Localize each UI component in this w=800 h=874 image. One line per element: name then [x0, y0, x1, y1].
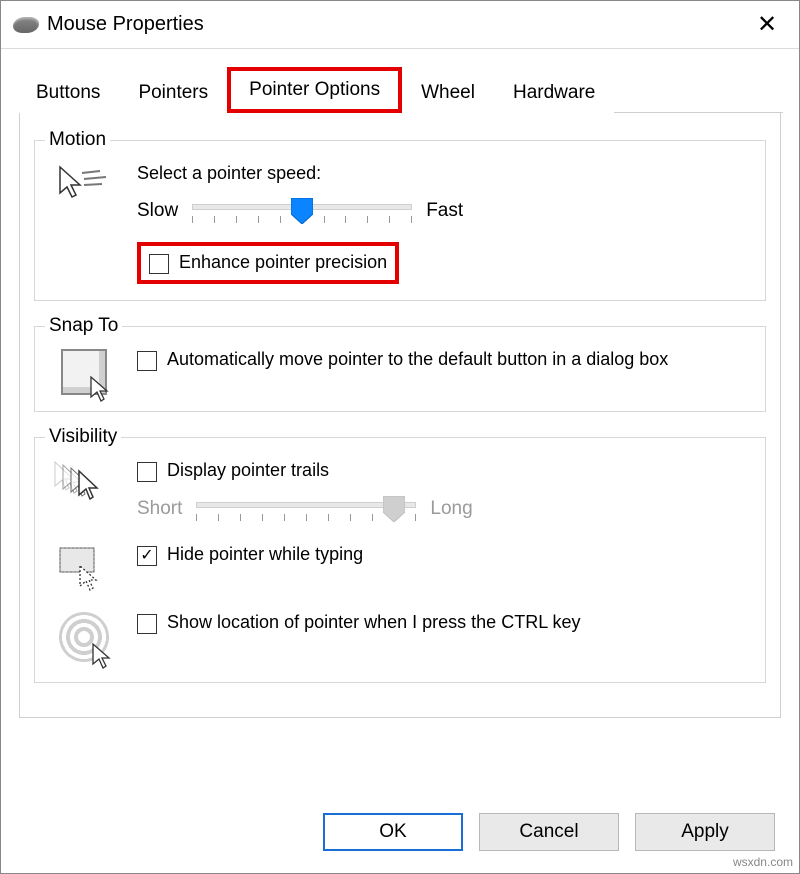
pointer-speed-label: Select a pointer speed: — [137, 163, 751, 184]
group-visibility-legend: Visibility — [45, 426, 121, 448]
pointer-trails-checkbox[interactable] — [137, 462, 157, 482]
ctrl-locate-checkbox[interactable] — [137, 614, 157, 634]
group-motion: Motion Select a pointer speed: Slow — [34, 129, 766, 301]
group-snap-to: Snap To Automatically move pointer to th… — [34, 315, 766, 412]
ctrl-locate-label: Show location of pointer when I press th… — [167, 612, 581, 633]
snap-to-label: Automatically move pointer to the defaul… — [167, 349, 668, 370]
highlight-enhance-precision: Enhance pointer precision — [137, 242, 399, 284]
close-icon[interactable]: ✕ — [747, 5, 787, 45]
tab-page-pointer-options: Motion Select a pointer speed: Slow — [19, 113, 781, 718]
hide-pointer-label: Hide pointer while typing — [167, 544, 363, 565]
tab-hardware[interactable]: Hardware — [494, 73, 614, 113]
hide-pointer-checkbox[interactable]: ✓ — [137, 546, 157, 566]
enhance-precision-label: Enhance pointer precision — [179, 252, 387, 273]
dialog-button-bar: OK Cancel Apply — [323, 813, 775, 851]
watermark-text: wsxdn.com — [733, 855, 793, 869]
window-title: Mouse Properties — [47, 13, 204, 36]
pointer-speed-slow-label: Slow — [137, 200, 178, 222]
ok-button[interactable]: OK — [323, 813, 463, 851]
enhance-precision-checkbox[interactable] — [149, 254, 169, 274]
pointer-speed-slider[interactable] — [192, 194, 412, 228]
trails-long-label: Long — [430, 498, 472, 520]
pointer-trails-icon — [49, 460, 119, 506]
pointer-trails-label: Display pointer trails — [167, 460, 329, 481]
snap-to-icon — [49, 349, 119, 395]
hide-pointer-icon — [49, 544, 119, 594]
trails-short-label: Short — [137, 498, 182, 520]
group-snap-to-legend: Snap To — [45, 315, 122, 337]
titlebar: Mouse Properties ✕ — [1, 1, 799, 49]
cancel-button[interactable]: Cancel — [479, 813, 619, 851]
motion-cursor-icon — [49, 163, 119, 203]
apply-button[interactable]: Apply — [635, 813, 775, 851]
pointer-trails-slider — [196, 492, 416, 526]
tab-buttons[interactable]: Buttons — [17, 73, 119, 113]
pointer-speed-fast-label: Fast — [426, 200, 463, 222]
tab-strip: Buttons Pointers Pointer Options Wheel H… — [1, 49, 799, 113]
mouse-icon — [12, 17, 41, 33]
tab-wheel[interactable]: Wheel — [402, 73, 494, 113]
group-motion-legend: Motion — [45, 129, 110, 151]
ctrl-locate-icon — [49, 612, 119, 662]
snap-to-checkbox[interactable] — [137, 351, 157, 371]
tab-pointer-options[interactable]: Pointer Options — [227, 67, 402, 113]
tab-pointers[interactable]: Pointers — [119, 73, 227, 113]
group-visibility: Visibility Display pointer trails Short — [34, 426, 766, 683]
